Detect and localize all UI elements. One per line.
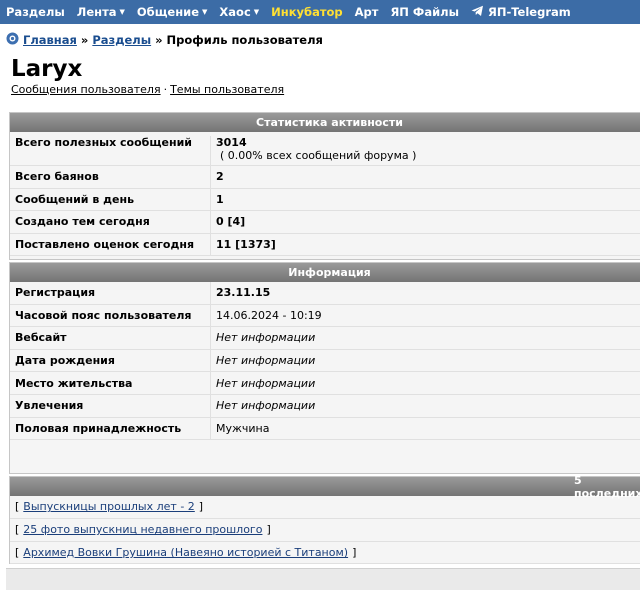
nav-item-communication[interactable]: Общение ▼ [137, 5, 208, 19]
row-label: Всего полезных сообщений [15, 136, 192, 149]
stats-row: Поставлено оценок сегодня 11 [1373] [10, 233, 640, 257]
footer-bar [6, 568, 640, 590]
row-value: Мужчина [210, 417, 270, 440]
row-value-subtext: ( 0.00% всех сообщений форума ) [220, 149, 417, 162]
nav-item-label: Общение [136, 5, 200, 19]
nav-item-label: ЯП Файлы [390, 5, 459, 19]
info-row: Дата рождения Нет информации [10, 349, 640, 373]
info-row: Увлечения Нет информации [10, 394, 640, 418]
breadcrumb-separator: » [80, 33, 89, 47]
panel-header: Статистика активности [10, 113, 640, 132]
bracket-open: [ [15, 500, 20, 514]
panel-header: Информация [10, 263, 640, 282]
nav-item-feed[interactable]: Лента ▼ [77, 5, 125, 19]
list-item: [ Выпускницы прошлых лет - 2 ] [10, 496, 640, 519]
row-value: 14.06.2024 - 10:19 [210, 304, 322, 327]
nav-item-label: Лента [76, 5, 117, 19]
caret-down-icon: ▼ [119, 8, 125, 16]
nav-item-label: ЯП-Telegram [487, 5, 571, 19]
nav-item-incubator[interactable]: Инкубатор [271, 5, 342, 19]
stats-row: Всего баянов 2 [10, 166, 640, 189]
nav-item-files[interactable]: ЯП Файлы [390, 5, 459, 19]
row-value: 0 [4] [210, 211, 245, 233]
user-topics-link[interactable]: Темы пользователя [170, 83, 284, 96]
user-links: Сообщения пользователя · Темы пользователя [11, 83, 284, 96]
panel-header: 5 последних [10, 474, 640, 500]
nav-item-label: Хаос [219, 5, 251, 19]
breadcrumb-home-link[interactable]: Главная [23, 33, 77, 47]
info-row: Половая принадлежность Мужчина [10, 417, 640, 441]
caret-down-icon: ▼ [202, 8, 208, 16]
row-label: Место жительства [15, 376, 133, 390]
breadcrumb: Главная » Разделы » Профиль пользователя [6, 32, 323, 48]
row-label: Всего баянов [15, 170, 99, 184]
list-item: [ Архимед Вовки Грушина (Навеяно историе… [10, 542, 640, 565]
info-row: Вебсайт Нет информации [10, 327, 640, 350]
activity-stats-panel: Статистика активности Всего полезных соо… [9, 112, 640, 260]
row-value: Нет информации [210, 349, 315, 372]
page-title-username: Laryx [11, 56, 83, 82]
bracket-open: [ [15, 545, 20, 559]
row-label: Часовой пояс пользователя [15, 308, 192, 322]
row-label: Сообщений в день [15, 192, 135, 206]
nav-item-sections[interactable]: Разделы [6, 5, 65, 19]
bracket-close: ] [198, 500, 204, 514]
row-value: Нет информации [210, 394, 315, 417]
nav-item-label: Инкубатор [271, 5, 343, 19]
link-separator: · [163, 83, 168, 96]
top-navigation-bar: Разделы Лента ▼ Общение ▼ Хаос ▼ Инкубат… [0, 0, 640, 24]
row-label: Регистрация [15, 286, 96, 300]
caret-down-icon: ▼ [253, 8, 260, 16]
breadcrumb-current: Профиль пользователя [166, 33, 323, 47]
user-posts-link[interactable]: Сообщения пользователя [11, 83, 161, 96]
bracket-close: ] [266, 523, 271, 537]
info-row: Часовой пояс пользователя 14.06.2024 - 1… [10, 304, 640, 328]
topic-link[interactable]: 25 фото выпускниц недавнего прошлого [23, 523, 262, 536]
last-topics-panel: 5 последних [ Выпускницы прошлых лет - 2… [9, 474, 640, 565]
row-value: 11 [1373] [210, 233, 276, 256]
row-label: Увлечения [15, 399, 84, 413]
row-value: 1 [210, 188, 224, 211]
nav-item-label: Разделы [6, 5, 65, 19]
nav-item-art[interactable]: Арт [355, 5, 379, 19]
topic-link[interactable]: Архимед Вовки Грушина (Навеяно историей … [23, 546, 348, 559]
stats-row: Всего полезных сообщений 3014 ( 0.00% вс… [10, 132, 640, 166]
row-value-text: 3014 [216, 136, 247, 149]
bracket-open: [ [15, 523, 20, 537]
bracket-close: ] [352, 545, 357, 559]
nav-item-chaos[interactable]: Хаос ▼ [219, 5, 259, 19]
row-label: Дата рождения [15, 354, 115, 368]
nav-item-label: Арт [354, 5, 379, 19]
row-value: Нет информации [210, 372, 315, 394]
home-icon [6, 32, 19, 48]
row-label: Половая принадлежность [15, 421, 182, 435]
breadcrumb-sections-link[interactable]: Разделы [92, 33, 151, 47]
stats-row: Сообщений в день 1 [10, 188, 640, 212]
information-panel: Информация Регистрация 23.11.15 Часовой … [9, 262, 640, 474]
row-label: Вебсайт [15, 331, 67, 345]
row-value: 3014 ( 0.00% всех сообщений форума ) [210, 136, 416, 165]
list-item: [ 25 фото выпускниц недавнего прошлого ] [10, 519, 640, 542]
stats-row: Создано тем сегодня 0 [4] [10, 211, 640, 234]
info-row: Регистрация 23.11.15 [10, 282, 640, 305]
topic-link[interactable]: Выпускницы прошлых лет - 2 [23, 500, 195, 513]
row-label: Поставлено оценок сегодня [15, 238, 195, 252]
row-value: 2 [210, 166, 224, 188]
breadcrumb-separator: » [155, 33, 163, 47]
row-value: Нет информации [210, 327, 315, 349]
info-row: Место жительства Нет информации [10, 372, 640, 395]
telegram-icon [471, 5, 484, 20]
row-value: 23.11.15 [210, 282, 270, 304]
row-label: Создано тем сегодня [15, 215, 150, 229]
nav-item-telegram[interactable]: ЯП-Telegram [471, 5, 571, 20]
